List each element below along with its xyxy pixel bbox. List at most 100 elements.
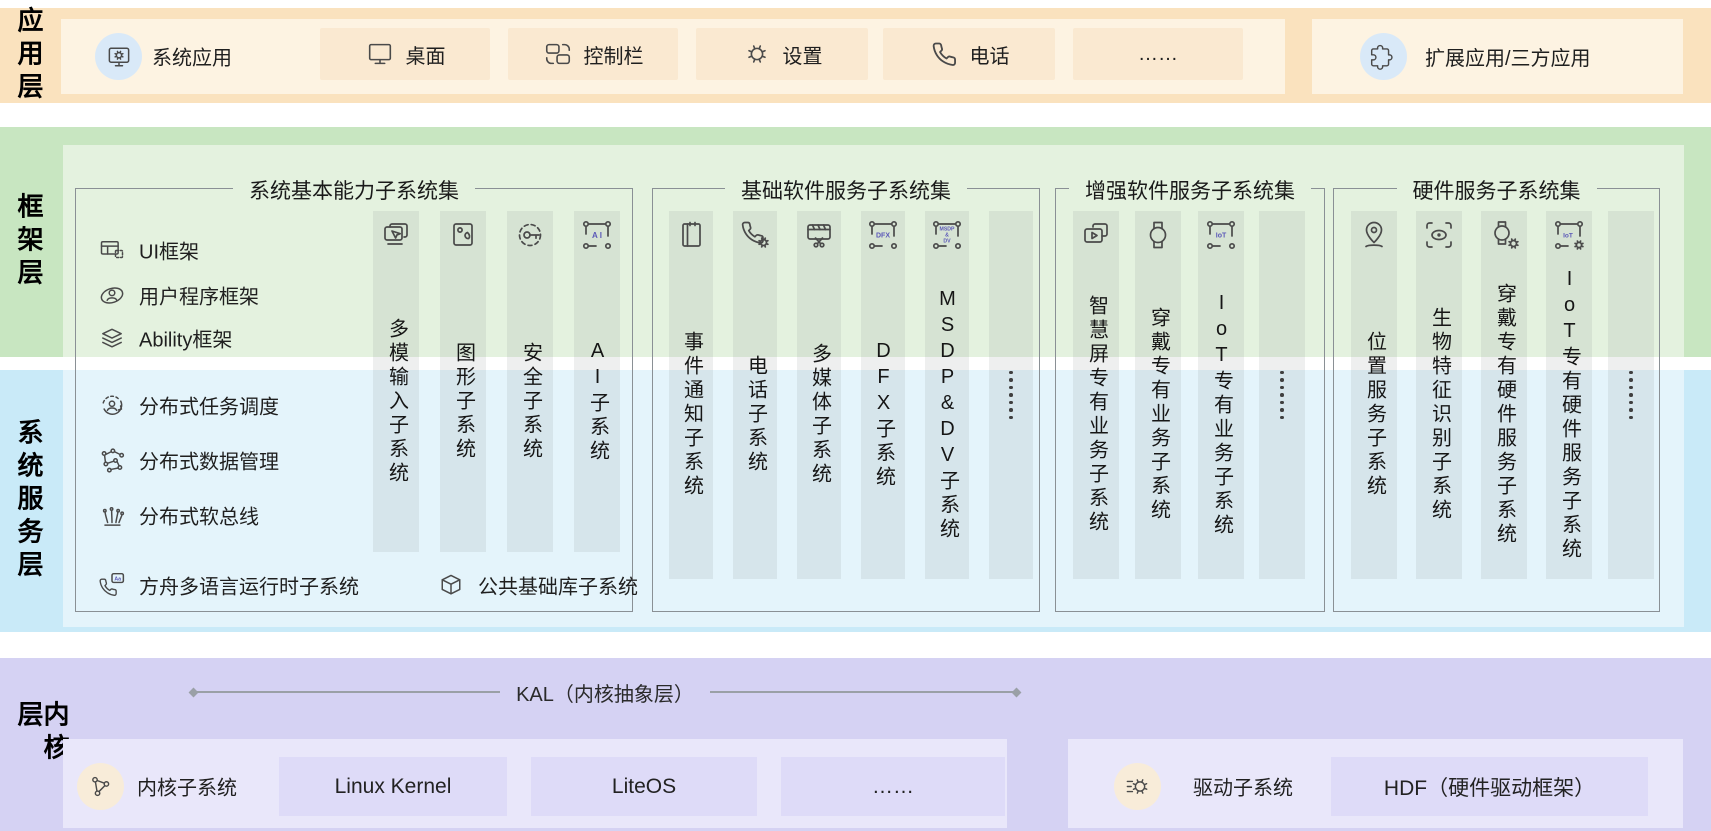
list-item-label: UI框架 [139, 236, 199, 265]
multimedia-icon [803, 219, 835, 251]
distributed-task-icon [98, 391, 126, 419]
kernel-item-label: LiteOS [612, 775, 676, 799]
settings-gear-icon [742, 39, 772, 69]
list-item-label: 分布式数据管理 [139, 446, 279, 475]
app-item-label: 桌面 [406, 40, 446, 69]
svg-text:IoT: IoT [1563, 233, 1573, 240]
subsystem-column: A I AI子系统 [574, 211, 620, 552]
subsystem-column-label: 多媒体子系统 [809, 343, 830, 487]
subsystem-column: 智慧屏专有业务子系统 [1073, 211, 1119, 579]
ellipsis-dots [1629, 371, 1633, 420]
subsystem-column [1608, 211, 1654, 579]
app-item: 电话 [883, 28, 1055, 80]
subsystem-column-label: 位置服务子系统 [1364, 331, 1385, 499]
subsystem-column-label: 穿戴专有硬件服务子系统 [1494, 283, 1515, 547]
subsystem-column-label: IoT专有业务子系统 [1211, 292, 1232, 538]
subsystem-group-title: 硬件服务子系统集 [1334, 175, 1659, 205]
svg-text:A I: A I [592, 231, 602, 240]
subsystem-column-label: 多模输入子系统 [386, 318, 407, 486]
system-app-icon-circle [95, 33, 142, 80]
multimodal-input-icon [380, 219, 412, 251]
graphics-icon [447, 219, 479, 251]
subsystem-column: IoT IoT专有业务子系统 [1198, 211, 1244, 579]
smart-screen-icon [1080, 219, 1112, 251]
msdp-dv-icon: MSDP&DV [931, 219, 963, 251]
puzzle-icon [1370, 43, 1397, 70]
app-item-label: 电话 [970, 40, 1010, 69]
ellipsis-dots [1009, 371, 1013, 420]
subsystem-column-label: DFX子系统 [873, 340, 894, 490]
column-label-area: 多模输入子系统 [373, 251, 419, 552]
subsystem-group-title-text: 增强软件服务子系统集 [1069, 175, 1311, 205]
framework-layer-label: 框架层 [16, 193, 42, 292]
app-item-label: 控制栏 [584, 40, 644, 69]
app-item-label: …… [1138, 43, 1178, 66]
kernel-item-label: …… [872, 775, 914, 799]
subsystem-column: IoTIoT专有硬件服务子系统 [1546, 211, 1592, 579]
subsystem-group-title-text: 基础软件服务子系统集 [725, 175, 967, 205]
subsystem-group: 增强软件服务子系统集智慧屏专有业务子系统穿戴专有业务子系统IoTIoT专有业务子… [1055, 188, 1325, 612]
list-item-label: 分布式任务调度 [139, 391, 279, 420]
subsystem-column [1259, 211, 1305, 579]
subsystem-column-label: 电话子系统 [745, 355, 766, 475]
hdf-item: HDF（硬件驱动框架） [1331, 757, 1648, 816]
framework-list-item: Ability框架 [98, 324, 232, 353]
column-label-area: IoT专有业务子系统 [1198, 251, 1244, 579]
column-label-area: MSDP&DV子系统 [925, 251, 969, 579]
distributed-bus-icon [98, 501, 126, 529]
svg-text:DFX: DFX [876, 233, 890, 240]
ellipsis-area [989, 211, 1033, 579]
kernel-subsystem-label: 内核子系统 [137, 772, 237, 801]
kernel-item: …… [781, 757, 1005, 816]
wearable-hardware-icon [1488, 219, 1520, 251]
subsystem-column: 穿戴专有业务子系统 [1135, 211, 1181, 579]
subsystem-column-label: MSDP&DV子系统 [937, 288, 958, 542]
kal-diamond-left [189, 687, 199, 697]
svg-text:DV: DV [943, 239, 951, 245]
iot-hardware-icon: IoT [1553, 219, 1585, 251]
column-label-area: 穿戴专有硬件服务子系统 [1481, 251, 1527, 579]
column-label-area: 图形子系统 [440, 251, 486, 552]
control-bar-icon [543, 39, 573, 69]
subsystem-column: 多媒体子系统 [797, 211, 841, 579]
list-item-label: 用户程序框架 [139, 281, 259, 310]
subsystem-column: DFX DFX子系统 [861, 211, 905, 579]
kernel-subsystem-icon [87, 773, 114, 800]
location-icon [1358, 219, 1390, 251]
ability-framework-icon [98, 324, 126, 352]
subsystem-column-label: AI子系统 [587, 340, 608, 464]
iot-icon: IoT [1205, 219, 1237, 251]
subsystem-column [989, 211, 1033, 579]
driver-subsystem-icon-circle [1114, 763, 1161, 810]
event-notification-icon [675, 219, 707, 251]
subsystem-column-label: 生物特征识别子系统 [1429, 307, 1450, 523]
phone-icon [929, 39, 959, 69]
security-icon [514, 219, 546, 251]
subsystem-column-label: 图形子系统 [453, 342, 474, 462]
subsystem-column: 电话子系统 [733, 211, 777, 579]
subsystem-column: MSDP&DV MSDP&DV子系统 [925, 211, 969, 579]
hdf-item-label: HDF（硬件驱动框架） [1384, 772, 1595, 802]
subsystem-group: 硬件服务子系统集位置服务子系统生物特征识别子系统穿戴专有硬件服务子系统IoTIo… [1333, 188, 1660, 612]
framework-list-item: 分布式数据管理 [98, 446, 279, 475]
framework-list-item: 用户程序框架 [98, 281, 259, 310]
subsystem-column: 位置服务子系统 [1351, 211, 1397, 579]
telephony-icon [739, 219, 771, 251]
kal-line-left [197, 691, 500, 693]
subsystem-column: 生物特征识别子系统 [1416, 211, 1462, 579]
kernel-item: Linux Kernel [279, 757, 507, 816]
subsystem-column: 安全子系统 [507, 211, 553, 552]
harmonyos-architecture-diagram: 应用层框架层系统服务层内核层系统应用桌面控制栏设置电话……扩展应用/三方应用系统… [0, 0, 1711, 831]
kernel-item-label: Linux Kernel [335, 775, 452, 799]
kernel-item: LiteOS [531, 757, 757, 816]
column-label-area: DFX子系统 [861, 251, 905, 579]
app-item: 桌面 [320, 28, 490, 80]
subsystem-column-label: 事件通知子系统 [681, 331, 702, 499]
kal-label: KAL（内核抽象层） [500, 678, 710, 707]
dfx-icon: DFX [867, 219, 899, 251]
list-item-label: 方舟多语言运行时子系统 [139, 571, 359, 600]
app-item: 设置 [696, 28, 868, 80]
kernel-layer-label: 内核层 [16, 701, 68, 788]
list-item-label: 分布式软总线 [139, 501, 259, 530]
framework-list-item: 分布式任务调度 [98, 391, 279, 420]
